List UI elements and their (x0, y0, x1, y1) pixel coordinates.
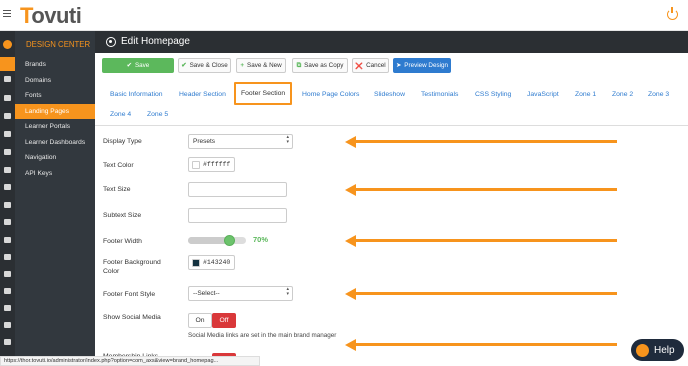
tab-javascript[interactable]: JavaScript (527, 91, 559, 98)
footer-width-label: Footer Width (103, 238, 142, 245)
footer-width-value: 70% (253, 235, 269, 244)
footer-bg-color-picker[interactable]: #143240 (188, 255, 235, 270)
status-bar-url: https://thor.tovuti.io/administrator/ind… (0, 356, 260, 366)
save-copy-button[interactable]: ⧉ Save as Copy (292, 58, 348, 73)
footer-bg-label: Footer Background Color (103, 259, 161, 275)
nav-item-brands[interactable]: Brands (15, 57, 95, 73)
trophy-icon[interactable] (4, 131, 11, 137)
social-media-hint: Social Media links are set in the main b… (188, 332, 337, 339)
page-title: Edit Homepage (121, 36, 190, 47)
text-color-label: Text Color (103, 162, 134, 169)
tab-css-styling[interactable]: CSS Styling (475, 91, 511, 98)
id-badge-icon[interactable] (4, 254, 11, 260)
footer-width-slider[interactable] (188, 235, 246, 246)
footer-section-form: Display Type Presets Text Color #ffffff … (95, 127, 688, 366)
tab-footer-section[interactable]: Footer Section (234, 82, 293, 105)
annotation-arrow (345, 338, 617, 351)
gavel-icon[interactable] (4, 167, 11, 173)
toolbar: ✔ Save ✔ Save & Close + Save & New ⧉ Save as… (95, 53, 688, 79)
copy-icon: ⧉ (296, 61, 302, 69)
subtext-size-label: Subtext Size (103, 212, 142, 219)
annotation-arrow (345, 183, 617, 196)
chat-icon[interactable] (4, 305, 11, 311)
cancel-button[interactable]: ❌ Cancel (352, 58, 389, 73)
preview-design-button[interactable]: ➤ Preview Design (393, 58, 451, 73)
text-color-swatch (192, 161, 200, 169)
rocket-icon[interactable] (0, 57, 15, 71)
tovuti-logo[interactable]: Tovuti (20, 3, 82, 29)
tab-bar: Basic Information Header Section Footer … (95, 79, 688, 126)
tab-testimonials[interactable]: Testimonials (421, 91, 458, 98)
save-close-button[interactable]: ✔ Save & Close (178, 58, 231, 73)
star-icon[interactable] (4, 184, 11, 190)
text-size-input[interactable] (188, 182, 287, 197)
design-center-nav: DESIGN CENTER Brands Domains Fonts Landi… (15, 31, 95, 366)
nav-item-fonts[interactable]: Fonts (15, 88, 95, 104)
footer-bg-swatch (192, 259, 200, 267)
toggle-off[interactable]: Off (212, 313, 236, 328)
annotation-arrow (345, 234, 617, 247)
tab-zone-4[interactable]: Zone 4 (110, 111, 131, 118)
tab-zone-3[interactable]: Zone 3 (648, 91, 669, 98)
tab-zone-2[interactable]: Zone 2 (612, 91, 633, 98)
save-button[interactable]: ✔ Save (102, 58, 174, 73)
tab-header-section[interactable]: Header Section (179, 91, 226, 98)
nav-item-domains[interactable]: Domains (15, 73, 95, 89)
social-media-toggle[interactable]: On Off (188, 313, 236, 328)
chart-icon[interactable] (4, 76, 11, 82)
nav-item-learner-portals[interactable]: Learner Portals (15, 119, 95, 135)
tab-zone-5[interactable]: Zone 5 (147, 111, 168, 118)
annotation-arrow (345, 287, 617, 300)
annotation-arrow (345, 135, 617, 148)
top-bar: Tovuti (0, 0, 688, 31)
help-button[interactable]: Help (631, 339, 684, 361)
document-icon[interactable] (4, 322, 11, 328)
card-icon[interactable] (4, 219, 11, 225)
social-media-label: Show Social Media (103, 314, 161, 321)
check-icon: ✔ (126, 62, 132, 69)
footer-font-select[interactable]: --Select-- (188, 286, 293, 301)
tab-basic-information[interactable]: Basic Information (110, 91, 163, 98)
nav-item-landing-pages[interactable]: Landing Pages (15, 103, 95, 119)
text-size-label: Text Size (103, 186, 131, 193)
user-icon[interactable] (4, 95, 11, 101)
toggle-on[interactable]: On (188, 313, 212, 328)
nav-item-learner-dashboards[interactable]: Learner Dashboards (15, 135, 95, 151)
nav-item-navigation[interactable]: Navigation (15, 150, 95, 166)
slider-fill (188, 237, 229, 244)
slider-handle[interactable] (223, 235, 235, 246)
display-type-select[interactable]: Presets (188, 134, 293, 149)
text-color-picker[interactable]: #ffffff (188, 157, 235, 172)
send-icon: ➤ (395, 62, 402, 69)
footer-font-label: Footer Font Style (103, 291, 156, 298)
save-new-button[interactable]: + Save & New (236, 58, 286, 73)
tab-slideshow[interactable]: Slideshow (374, 91, 405, 98)
check-icon: ✔ (181, 62, 187, 69)
book-icon[interactable] (4, 339, 11, 345)
plus-icon: + (240, 62, 245, 69)
grid-icon[interactable] (4, 202, 11, 208)
page-header: Edit Homepage (95, 31, 688, 53)
megaphone-icon[interactable] (4, 149, 11, 155)
users-icon[interactable] (4, 113, 11, 119)
calendar-icon[interactable] (4, 288, 11, 294)
display-type-label: Display Type (103, 138, 142, 145)
subtext-size-input[interactable] (188, 208, 287, 223)
power-icon[interactable] (667, 7, 678, 20)
back-circle-icon[interactable] (106, 37, 116, 47)
tab-zone-1[interactable]: Zone 1 (575, 91, 596, 98)
nav-item-api-keys[interactable]: API Keys (15, 166, 95, 182)
hierarchy-icon[interactable] (4, 237, 11, 243)
help-icon (636, 343, 649, 357)
icon-rail (0, 31, 15, 366)
cancel-icon: ❌ (355, 62, 364, 70)
tab-home-page-colors[interactable]: Home Page Colors (302, 91, 359, 98)
design-center-heading: DESIGN CENTER (26, 40, 91, 49)
cart-icon[interactable] (4, 271, 11, 277)
avatar-icon[interactable] (3, 40, 12, 49)
menu-icon[interactable] (3, 10, 11, 18)
